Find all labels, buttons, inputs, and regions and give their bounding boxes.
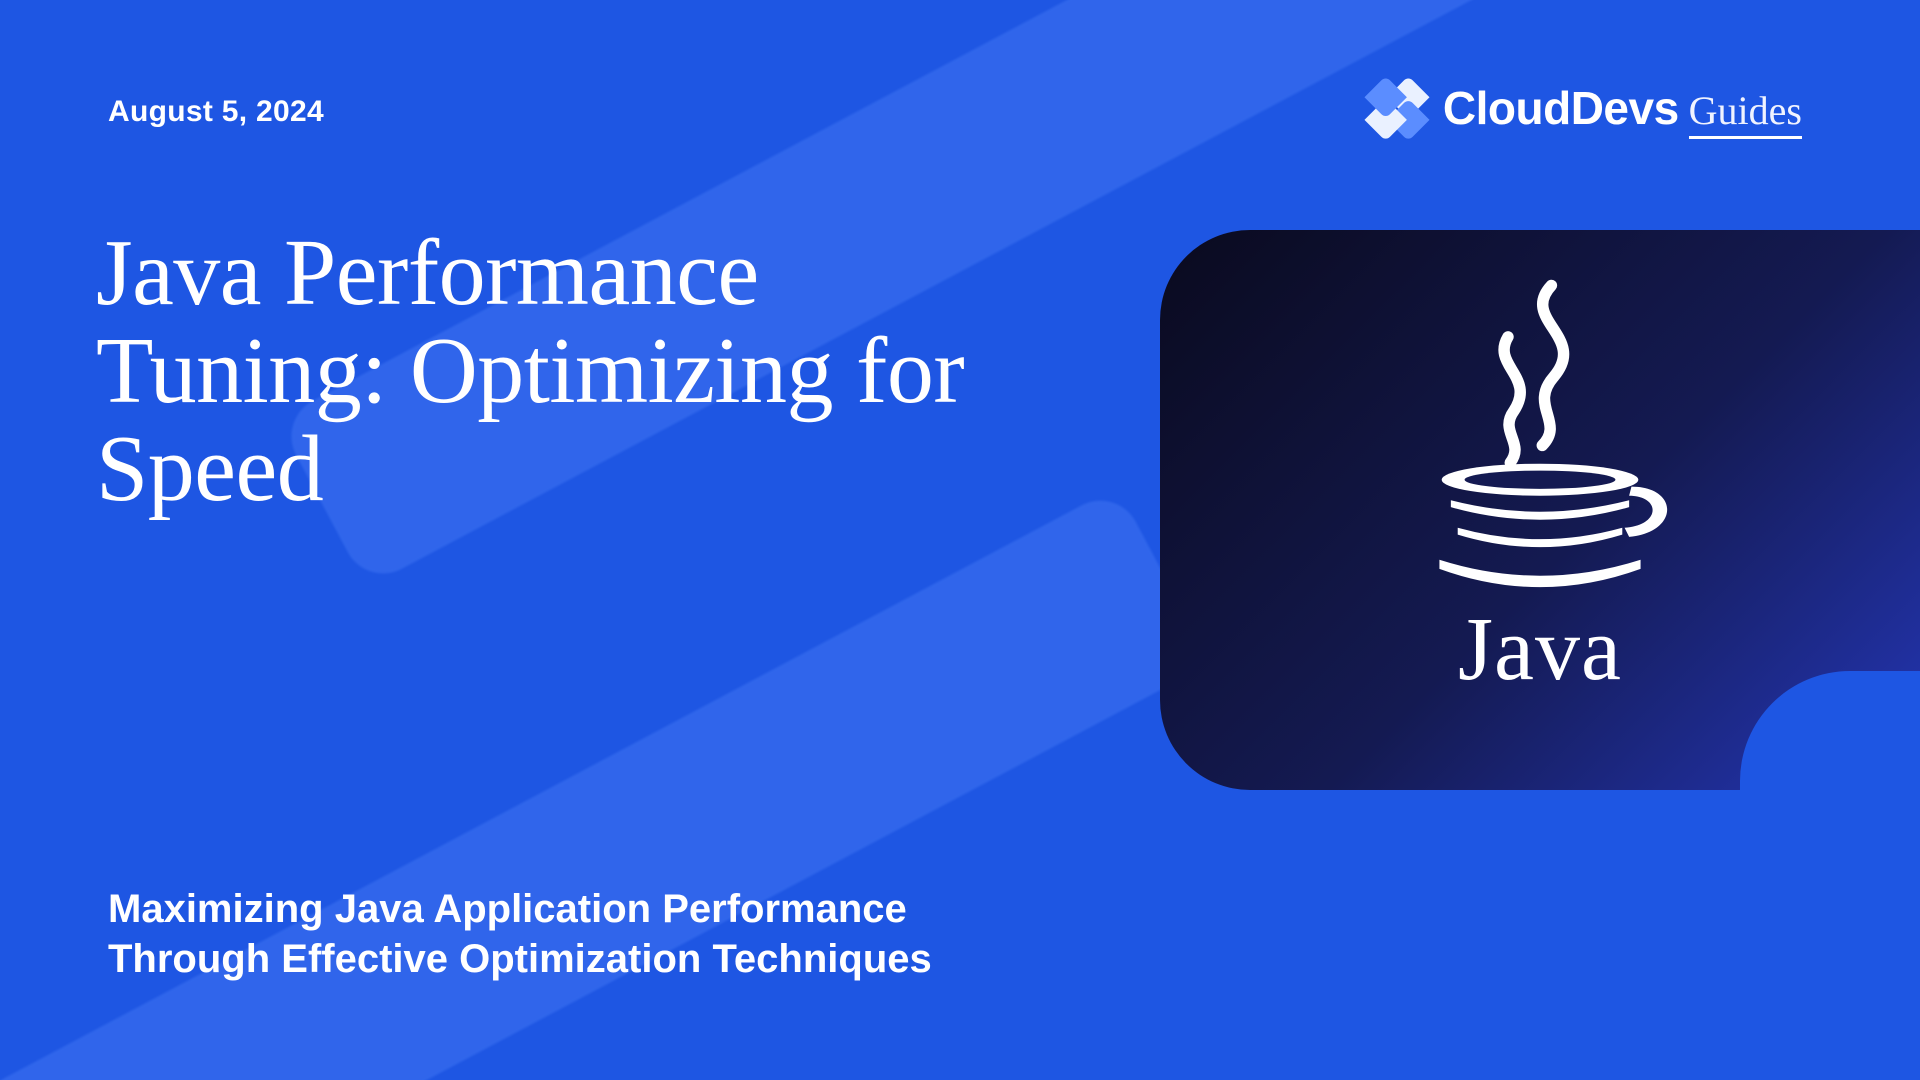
brand-sub: Guides bbox=[1689, 87, 1802, 139]
page-title: Java Performance Tuning: Optimizing for … bbox=[96, 225, 1066, 518]
brand-main: CloudDevs bbox=[1443, 81, 1679, 135]
publish-date: August 5, 2024 bbox=[108, 95, 324, 129]
brand-text: CloudDevs Guides bbox=[1443, 81, 1802, 139]
java-cup-icon bbox=[1390, 274, 1690, 594]
feature-card: Java bbox=[1160, 230, 1920, 790]
page-subtitle: Maximizing Java Application Performance … bbox=[108, 884, 1028, 984]
java-logo: Java bbox=[1370, 274, 1710, 744]
java-wordmark: Java bbox=[1458, 598, 1622, 701]
brush-stroke-decoration bbox=[0, 487, 1211, 1080]
brand-block: CloudDevs Guides bbox=[1365, 78, 1802, 142]
slide: August 5, 2024 CloudDevs Guides Java Per… bbox=[0, 0, 1920, 1080]
clouddevs-logo-icon bbox=[1352, 65, 1443, 156]
